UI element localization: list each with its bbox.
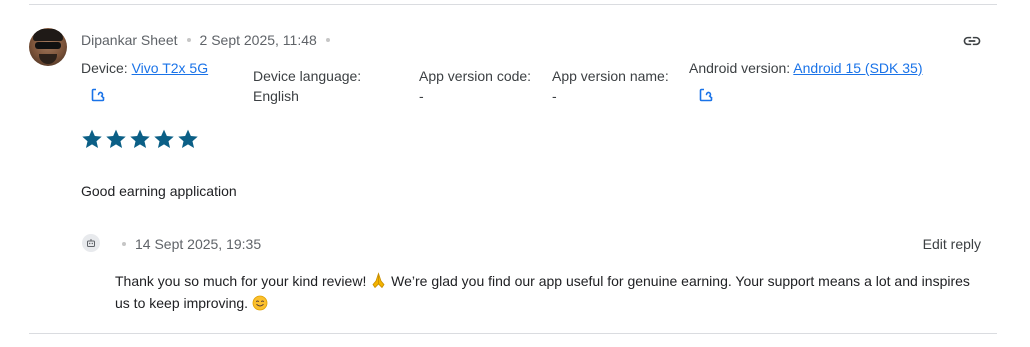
link-icon[interactable] bbox=[961, 31, 983, 51]
reply-bot-icon bbox=[82, 234, 100, 252]
app-version-code-label: App version code: bbox=[419, 68, 532, 84]
device-language-label: Device language: bbox=[253, 68, 362, 84]
app-version-code-value: - bbox=[419, 88, 424, 104]
device-link[interactable]: Vivo T2x 5G bbox=[132, 60, 209, 76]
reply-text: Thank you so much for your kind review! … bbox=[115, 270, 975, 314]
bottom-divider bbox=[29, 333, 997, 334]
app-version-name-info: App version name: - bbox=[552, 66, 669, 106]
android-version-label: Android version: bbox=[689, 60, 791, 76]
app-version-name-label: App version name: bbox=[552, 68, 669, 84]
avatar bbox=[29, 28, 67, 66]
reply-timestamp: 14 Sept 2025, 19:35 bbox=[135, 236, 262, 252]
app-version-name-value: - bbox=[552, 88, 557, 104]
review-meta: Dipankar Sheet 2 Sept 2025, 11:48 bbox=[81, 32, 330, 48]
device-language-info: Device language: English bbox=[253, 66, 361, 106]
star-icon bbox=[130, 129, 150, 148]
star-icon bbox=[106, 129, 126, 148]
top-divider bbox=[29, 4, 997, 5]
review-timestamp: 2 Sept 2025, 11:48 bbox=[199, 32, 317, 48]
folded-hands-emoji-icon bbox=[372, 272, 385, 289]
android-version-info: Android version: Android 15 (SDK 35) bbox=[689, 58, 922, 78]
device-label: Device: bbox=[81, 60, 128, 76]
device-language-value: English bbox=[253, 88, 299, 104]
android-version-link[interactable]: Android 15 (SDK 35) bbox=[793, 60, 922, 76]
reply-meta: 14 Sept 2025, 19:35 bbox=[122, 236, 261, 252]
star-icon bbox=[82, 129, 102, 148]
device-info: Device: Vivo T2x 5G bbox=[81, 58, 208, 78]
reply-text-part1: Thank you so much for your kind review! bbox=[115, 273, 371, 289]
star-rating bbox=[81, 128, 199, 150]
open-in-new-icon[interactable] bbox=[698, 87, 714, 103]
star-icon bbox=[154, 129, 174, 148]
author-name: Dipankar Sheet bbox=[81, 32, 178, 48]
app-version-code-info: App version code: - bbox=[419, 66, 531, 106]
smiling-face-emoji-icon bbox=[252, 295, 268, 311]
edit-reply-button[interactable]: Edit reply bbox=[923, 236, 981, 252]
star-icon bbox=[178, 129, 198, 148]
open-in-new-icon[interactable] bbox=[90, 87, 106, 103]
review-text: Good earning application bbox=[81, 183, 237, 199]
